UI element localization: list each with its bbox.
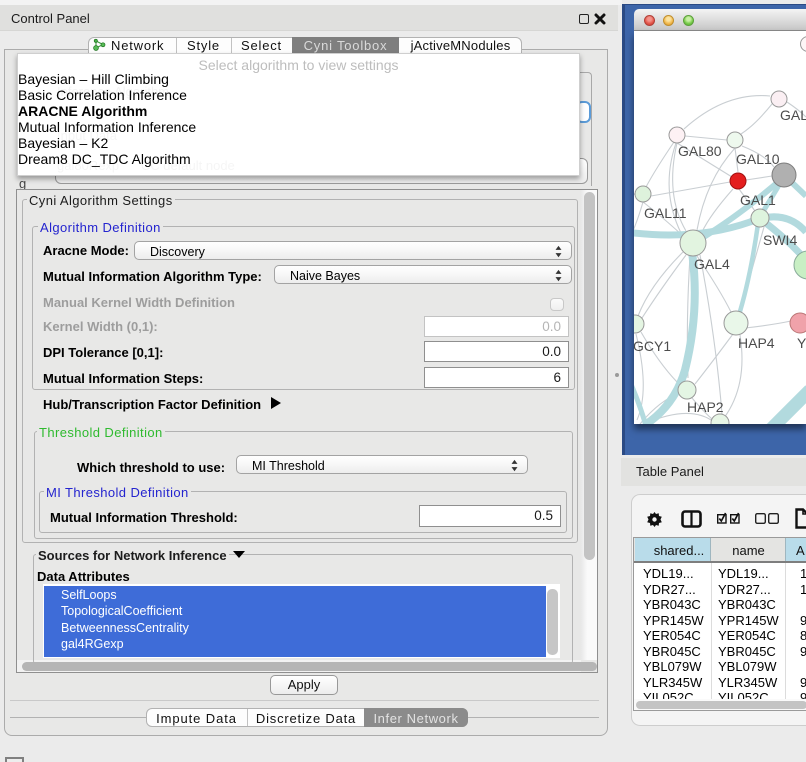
svg-text:HAP4: HAP4 [738, 335, 775, 351]
svg-text:GCY1: GCY1 [634, 338, 671, 354]
svg-text:GAL4: GAL4 [694, 256, 730, 272]
svg-text:GAL10: GAL10 [736, 151, 780, 167]
svg-text:HAP2: HAP2 [687, 399, 724, 415]
svg-text:GAL80: GAL80 [678, 143, 722, 159]
svg-text:GAL1: GAL1 [740, 192, 776, 208]
svg-text:GAL11: GAL11 [644, 205, 687, 221]
svg-text:SWI4: SWI4 [763, 232, 797, 248]
svg-text:GAL: GAL [780, 107, 806, 123]
svg-text:Y: Y [797, 335, 806, 351]
